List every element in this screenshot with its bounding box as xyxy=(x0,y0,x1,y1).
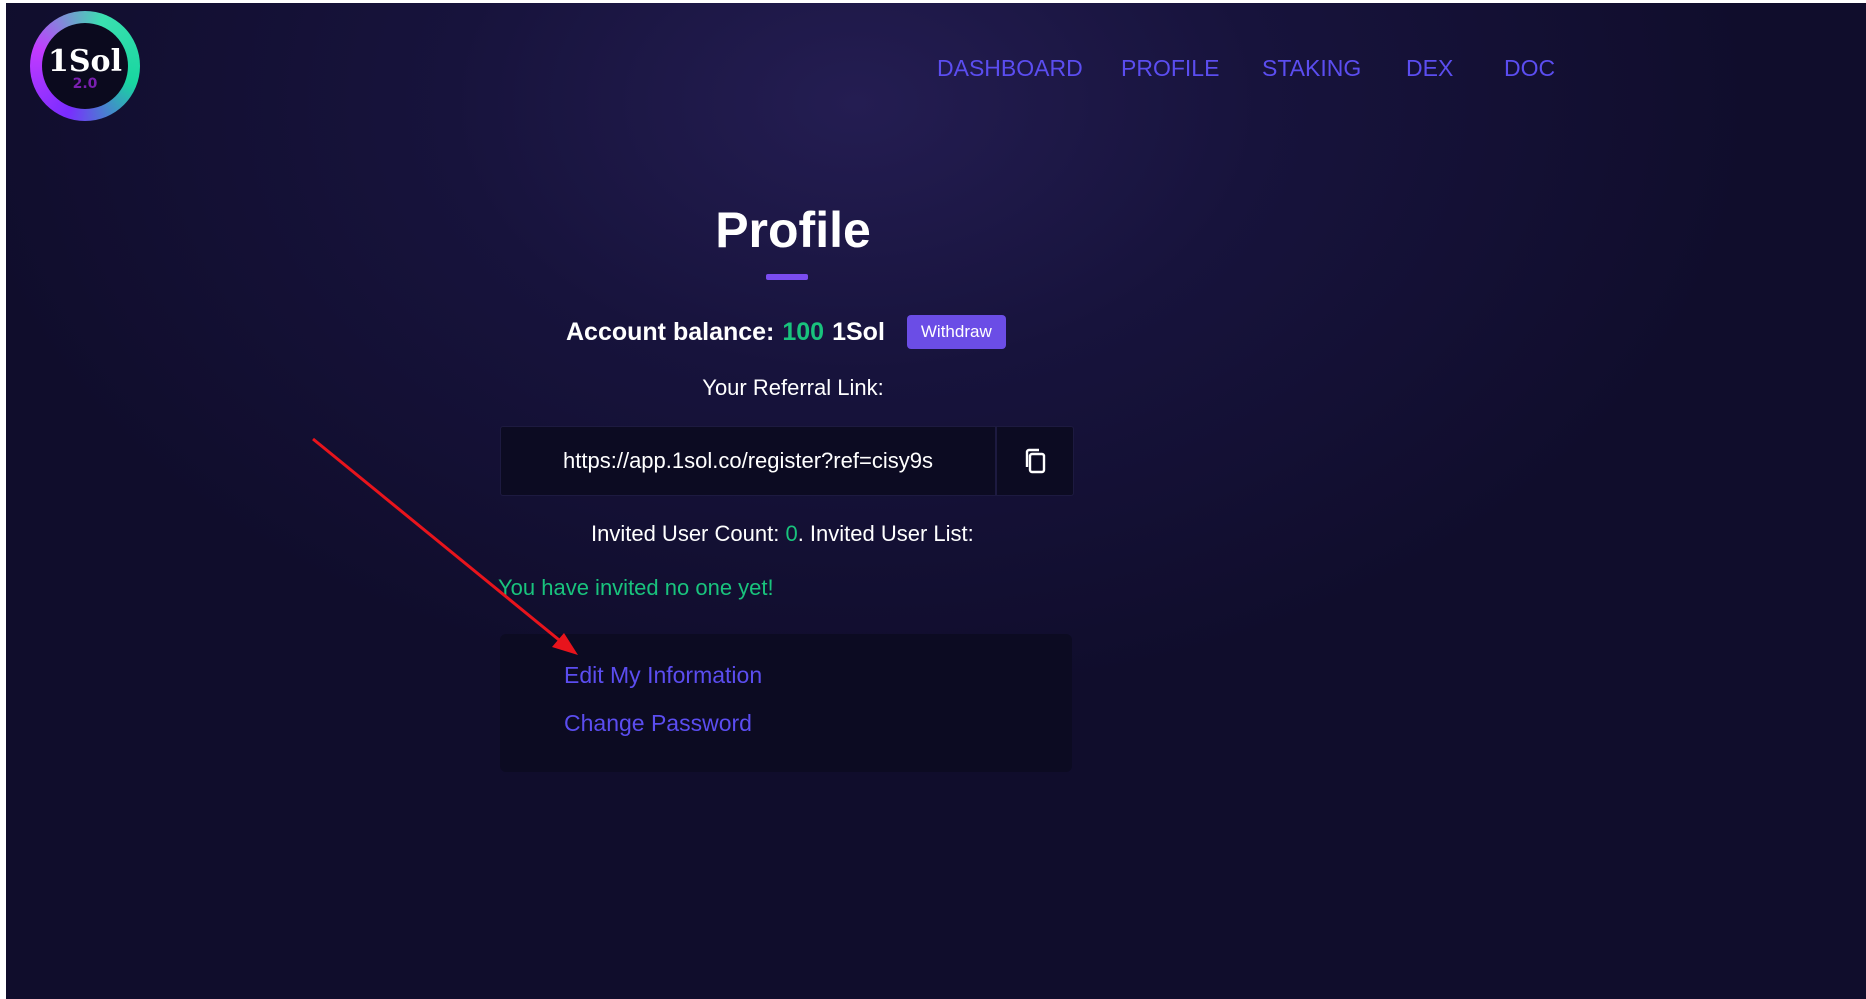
nav-dex[interactable]: DEX xyxy=(1406,55,1453,82)
logo-inner: 1Sol 2.0 xyxy=(42,23,128,109)
change-password-link[interactable]: Change Password xyxy=(564,710,752,737)
referral-link-field[interactable]: https://app.1sol.co/register?ref=cisy9s xyxy=(500,426,996,496)
invited-user-count: Invited User Count: 0. Invited User List… xyxy=(591,521,974,547)
nav-profile[interactable]: PROFILE xyxy=(1121,55,1219,82)
logo-text: 1Sol xyxy=(48,44,122,79)
logo[interactable]: 1Sol 2.0 xyxy=(30,11,140,121)
nav-dashboard[interactable]: DASHBOARD xyxy=(937,55,1083,82)
no-invite-message: You have invited no one yet! xyxy=(498,575,774,600)
copy-link-button[interactable] xyxy=(996,426,1074,496)
edit-information-link[interactable]: Edit My Information xyxy=(564,662,762,689)
annotation-arrow xyxy=(312,437,578,655)
balance-label: Account balance: xyxy=(566,317,775,346)
balance-value: 100 xyxy=(782,317,825,346)
title-underline xyxy=(766,274,808,280)
app-screen: 1Sol 2.0 DASHBOARD PROFILE STAKING DEX D… xyxy=(6,3,1866,999)
nav-staking[interactable]: STAKING xyxy=(1262,55,1361,82)
profile-actions-card: Edit My Information Change Password xyxy=(500,634,1072,772)
page-title: Profile xyxy=(715,202,871,258)
copy-icon xyxy=(1025,448,1046,474)
invited-list-label: . Invited User List: xyxy=(797,521,974,546)
logo-version: 2.0 xyxy=(72,76,98,92)
referral-label: Your Referral Link: xyxy=(702,375,884,400)
invited-count-label: Invited User Count: xyxy=(591,521,780,546)
balance-unit: 1Sol xyxy=(832,317,885,346)
withdraw-button[interactable]: Withdraw xyxy=(906,315,1006,349)
nav-doc[interactable]: DOC xyxy=(1504,55,1555,82)
invited-count-value: 0 xyxy=(785,521,798,546)
account-balance: Account balance: 100 1Sol Withdraw xyxy=(566,315,1006,349)
referral-link-text: https://app.1sol.co/register?ref=cisy9s xyxy=(563,448,933,473)
